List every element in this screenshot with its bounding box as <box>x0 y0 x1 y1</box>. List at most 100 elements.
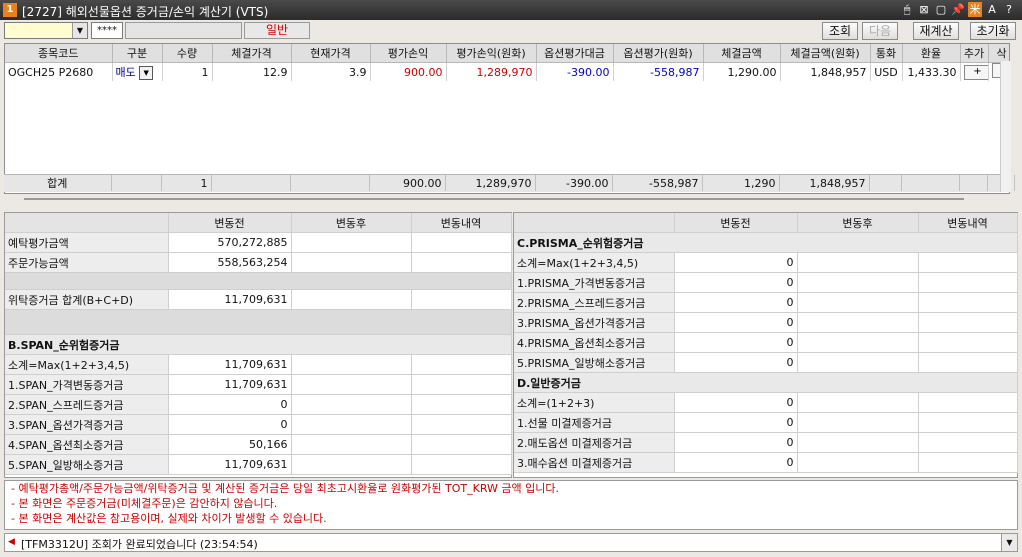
header-before: 변동전 <box>674 213 798 233</box>
col-header[interactable]: 통화 <box>870 44 903 63</box>
fill-amt-krw-cell: 1,848,957 <box>780 62 871 81</box>
total-label: 합계 <box>4 175 112 191</box>
help-icon[interactable]: ? <box>1002 2 1016 17</box>
row-label: 2.PRISMA_스프레드증거금 <box>514 292 675 313</box>
row-before: 0 <box>674 352 798 373</box>
col-header[interactable]: 평가손익(원화) <box>446 44 537 63</box>
fill-price-cell[interactable]: 12.9 <box>212 62 292 81</box>
row-label: 소계=Max(1+2+3,4,5) <box>5 354 169 375</box>
scroll-thumb[interactable] <box>24 198 964 200</box>
col-header[interactable]: 체결금액 <box>703 44 781 63</box>
password-field[interactable]: **** <box>91 22 123 39</box>
pin-icon[interactable]: 📌 <box>951 2 965 17</box>
position-grid: 종목코드 구분 수량 체결가격 현재가격 평가손익 평가손익(원화) 옵션평가대… <box>4 43 1010 194</box>
row-before: 50,166 <box>168 434 292 455</box>
grid-horizontal-scrollbar[interactable] <box>4 194 1010 204</box>
link-icon[interactable]: 米 <box>968 2 982 17</box>
row-label: 3.SPAN_옵션가격증거금 <box>5 414 169 435</box>
notice-line: - 예탁평가총액/주문가능금액/위탁증거금 및 계산된 증거금은 당일 최초고시… <box>11 482 560 495</box>
opt-val-krw-cell: -558,987 <box>613 62 704 81</box>
col-header[interactable]: 추가 <box>960 44 989 63</box>
col-header[interactable]: 옵션평가대금 <box>536 44 614 63</box>
col-header[interactable]: 평가손익 <box>370 44 447 63</box>
row-label: 주문가능금액 <box>5 252 169 273</box>
total-pnl-krw: 1,289,970 <box>445 175 536 191</box>
mouse-icon[interactable]: 🖱 <box>900 2 914 17</box>
symbol-cell[interactable]: OGCH25 P2680 <box>5 62 113 81</box>
mode-general-button[interactable]: 일반 <box>244 22 310 39</box>
account-name-field <box>125 22 242 39</box>
row-label: 소계=Max(1+2+3,4,5) <box>514 252 675 273</box>
row-label: 2.매도옵션 미결제증거금 <box>514 432 675 453</box>
grid-total-row: 합계 1 900.00 1,289,970 -390.00 -558,987 1… <box>4 174 1015 192</box>
row-before: 0 <box>674 452 798 473</box>
notice-line: - 본 화면은 계산값은 참고용이며, 실제와 차이가 발생할 수 있습니다. <box>11 512 327 525</box>
row-label: 3.PRISMA_옵션가격증거금 <box>514 312 675 333</box>
toolbar: ▼ **** 일반 조회 다음 재계산 초기화 <box>0 20 1022 42</box>
title-icons: 🖱 ⊠ ▢ 📌 米 A ? <box>900 2 1016 17</box>
status-bar: ◀ [TFM3312U] 조회가 완료되었습니다 (23:54:54) ▼ <box>4 533 1018 552</box>
col-header[interactable]: 삭 <box>988 44 1009 63</box>
col-header[interactable]: 구분 <box>112 44 163 63</box>
header-after: 변동후 <box>291 213 412 233</box>
row-label: 소계=(1+2+3) <box>514 392 675 413</box>
row-label: 3.매수옵션 미결제증거금 <box>514 452 675 473</box>
chevron-down-icon[interactable]: ▼ <box>139 66 154 80</box>
span-margin-panel: 변동전 변동후 변동내역 예탁평가금액 570,272,885 주문가능금액 558,5… <box>4 212 512 478</box>
qty-cell[interactable]: 1 <box>162 62 213 81</box>
header-after: 변동후 <box>797 213 919 233</box>
font-icon[interactable]: A <box>985 2 999 17</box>
total-qty: 1 <box>161 175 212 191</box>
notice-box: - 예탁평가총액/주문가능금액/위탁증거금 및 계산된 증거금은 당일 최초고시… <box>4 480 1018 530</box>
chevron-down-icon[interactable]: ▼ <box>1001 534 1017 551</box>
reset-button[interactable]: 초기화 <box>970 22 1016 40</box>
query-button[interactable]: 조회 <box>822 22 858 40</box>
next-button[interactable]: 다음 <box>862 22 898 40</box>
row-label: 1.선물 미결제증거금 <box>514 412 675 433</box>
currency-cell: USD <box>870 62 903 81</box>
header-change: 변동내역 <box>918 213 1018 233</box>
span-section-title: B.SPAN_순위험증거금 <box>5 334 512 355</box>
recalc-button[interactable]: 재계산 <box>913 22 959 40</box>
cur-price-cell[interactable]: 3.9 <box>291 62 371 81</box>
col-header[interactable]: 옵션평가(원화) <box>613 44 704 63</box>
prisma-section-title: C.PRISMA_순위험증거금 <box>514 232 1018 253</box>
chevron-down-icon[interactable]: ▼ <box>72 23 87 38</box>
close-box-icon[interactable]: ⊠ <box>917 2 931 17</box>
row-before: 0 <box>674 432 798 453</box>
side-value[interactable]: 매도 <box>116 66 136 79</box>
header-change: 변동내역 <box>411 213 512 233</box>
col-header[interactable]: 종목코드 <box>5 44 113 63</box>
window-title: [2727] 해외선물옵션 증거금/손익 계산기 (VTS) <box>22 5 269 19</box>
row-before: 0 <box>674 272 798 293</box>
window-icon[interactable]: ▢ <box>934 2 948 17</box>
row-before: 558,563,254 <box>168 252 292 273</box>
deposit-before: 11,709,631 <box>168 289 292 310</box>
col-header[interactable]: 체결금액(원화) <box>780 44 871 63</box>
total-opt-val-krw: -558,987 <box>612 175 703 191</box>
grid-vertical-scrollbar[interactable] <box>1000 61 1011 192</box>
speaker-icon: ◀ <box>8 537 15 547</box>
general-section-title: D.일반증거금 <box>514 372 1018 393</box>
total-fill-amt: 1,290 <box>702 175 780 191</box>
row-before: 11,709,631 <box>168 454 292 475</box>
title-bar: 1 [2727] 해외선물옵션 증거금/손익 계산기 (VTS) 🖱 ⊠ ▢ 📌… <box>0 0 1022 20</box>
fill-amt-cell: 1,290.00 <box>703 62 781 81</box>
row-before: 570,272,885 <box>168 232 292 253</box>
row-label: 4.PRISMA_옵션최소증거금 <box>514 332 675 353</box>
row-before: 11,709,631 <box>168 374 292 395</box>
header-before: 변동전 <box>168 213 292 233</box>
fx-cell: 1,433.30 <box>902 62 961 81</box>
table-row[interactable]: OGCH25 P2680 매도 ▼ 1 12.9 3.9 900.00 1,28… <box>5 62 1009 81</box>
add-row-button[interactable]: + <box>963 65 987 80</box>
row-before: 0 <box>674 312 798 333</box>
col-header[interactable]: 환율 <box>902 44 961 63</box>
col-header[interactable]: 현재가격 <box>291 44 371 63</box>
col-header[interactable]: 체결가격 <box>212 44 292 63</box>
account-combo[interactable]: ▼ <box>4 22 88 39</box>
side-cell[interactable]: 매도 ▼ <box>112 62 163 81</box>
add-cell: + <box>960 62 989 81</box>
row-before: 0 <box>168 394 292 415</box>
col-header[interactable]: 수량 <box>162 44 213 63</box>
total-fill-amt-krw: 1,848,957 <box>779 175 870 191</box>
